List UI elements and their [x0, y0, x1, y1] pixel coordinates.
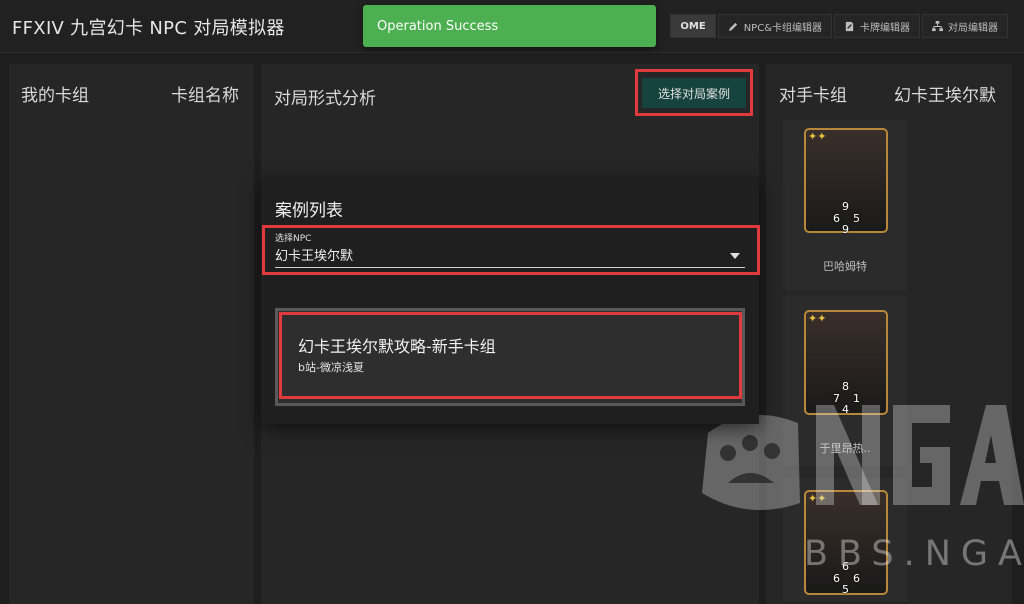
- opponent-card[interactable]: ✦✦ 6 6 6 5: [783, 478, 907, 601]
- toast-message: Operation Success: [377, 18, 499, 34]
- case-author: b站-微凉浅夏: [298, 361, 364, 374]
- nav-card-editor-label: 卡牌编辑器: [860, 22, 910, 34]
- card-art: ✦✦ 9 6 5 9: [804, 128, 888, 236]
- my-deck-heading: 我的卡组: [21, 86, 89, 106]
- card-value-left: 6: [833, 212, 840, 225]
- dialog-title: 案例列表: [275, 201, 343, 221]
- npc-select-label: 选择NPC: [275, 234, 312, 244]
- card-value-right: 1: [853, 392, 860, 405]
- edit-icon: [728, 22, 737, 31]
- file-edit-icon: [845, 21, 854, 31]
- select-underline: [275, 267, 745, 268]
- case-list-item[interactable]: 幻卡王埃尔默攻略-新手卡组 b站-微凉浅夏: [275, 308, 745, 406]
- card-art: ✦✦ 6 6 6 5: [804, 490, 888, 596]
- nav-npc-deck-editor-button[interactable]: NPC&卡组编辑器: [717, 14, 832, 38]
- card-value-bottom: 9: [842, 223, 849, 236]
- card-name: 巴哈姆特: [823, 260, 867, 273]
- nav-home-button[interactable]: OME: [670, 14, 716, 38]
- card-value-left: 7: [833, 392, 840, 405]
- my-deck-panel: 我的卡组 卡组名称: [9, 64, 254, 604]
- top-nav: OME NPC&卡组编辑器 卡牌编辑器 对局编辑器: [670, 14, 1008, 38]
- match-analysis-heading: 对局形式分析: [274, 89, 376, 109]
- app-title: FFXIV 九宫幻卡 NPC 对局模拟器: [12, 18, 285, 39]
- card-value-left: 6: [833, 572, 840, 585]
- rarity-star-icon: ✦✦: [808, 312, 827, 325]
- card-value-top: 9: [842, 200, 849, 213]
- card-value-bottom: 5: [842, 583, 849, 596]
- nav-match-editor-label: 对局编辑器: [948, 22, 998, 34]
- case-list-dialog: 案例列表 选择NPC 幻卡王埃尔默 幻卡王埃尔默攻略-新手卡组 b站-微凉浅夏: [261, 178, 759, 424]
- case-title: 幻卡王埃尔默攻略-新手卡组: [298, 337, 496, 356]
- sitemap-icon: [932, 20, 943, 31]
- npc-select-value[interactable]: 幻卡王埃尔默: [275, 245, 353, 264]
- chevron-down-icon[interactable]: [730, 253, 740, 259]
- card-value-bottom: 4: [842, 403, 849, 416]
- card-art: ✦✦ 8 7 1 4: [804, 310, 888, 416]
- deck-name-label: 卡组名称: [171, 86, 239, 106]
- card-value-top: 6: [842, 560, 849, 573]
- card-value-top: 8: [842, 380, 849, 393]
- select-case-button[interactable]: 选择对局案例: [642, 78, 746, 108]
- nav-match-editor-button[interactable]: 对局编辑器: [922, 14, 1008, 38]
- nav-npc-deck-editor-label: NPC&卡组编辑器: [743, 22, 822, 34]
- rarity-star-icon: ✦✦: [808, 130, 827, 143]
- rarity-star-icon: ✦✦: [808, 492, 827, 505]
- nav-home-label: OME: [680, 20, 706, 32]
- card-value-right: 5: [853, 212, 860, 225]
- nav-card-editor-button[interactable]: 卡牌编辑器: [834, 14, 920, 38]
- card-name: 于里昂热..: [819, 442, 871, 455]
- npc-name-label: 幻卡王埃尔默: [894, 86, 996, 106]
- opponent-card[interactable]: ✦✦ 9 6 5 9 巴哈姆特: [783, 120, 907, 290]
- card-value-right: 6: [853, 572, 860, 585]
- success-toast: Operation Success: [363, 5, 656, 47]
- opponent-card[interactable]: ✦✦ 8 7 1 4 于里昂热..: [783, 296, 907, 466]
- opponent-deck-heading: 对手卡组: [779, 86, 847, 106]
